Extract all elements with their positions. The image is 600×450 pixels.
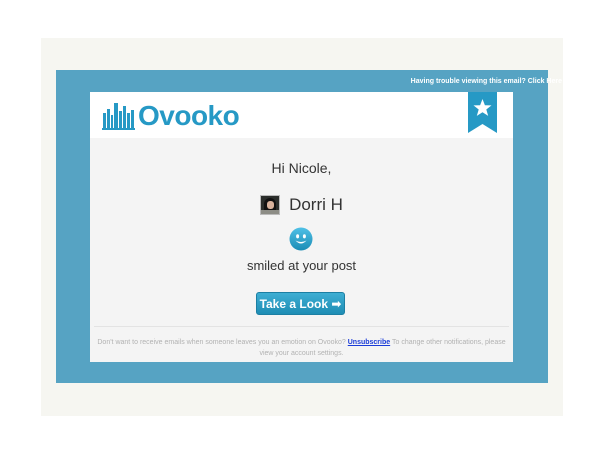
greeting-text: Hi Nicole, (271, 160, 332, 176)
action-description: smiled at your post (246, 258, 357, 273)
brand-name: Ovooko (138, 100, 240, 131)
star-ribbon-icon[interactable] (468, 92, 497, 133)
view-in-browser-link[interactable]: Having trouble viewing this email? Click… (411, 78, 562, 85)
unsubscribe-link[interactable]: Unsubscribe (348, 339, 390, 346)
footer-text-before: Don't want to receive emails when someon… (97, 339, 346, 346)
take-a-look-button[interactable]: Take a Look ➡ (256, 292, 345, 315)
smiley-icon (289, 227, 313, 251)
sender-row: Dorri H (90, 195, 513, 215)
footer-divider (94, 326, 509, 327)
sender-name[interactable]: Dorri H (289, 195, 343, 215)
sender-avatar[interactable] (260, 195, 281, 215)
brand-logo[interactable]: Ovooko (102, 98, 240, 134)
footer-notice: Don't want to receive emails when someon… (92, 337, 511, 359)
city-skyline-icon (102, 103, 135, 130)
email-header: Ovooko (90, 92, 513, 138)
